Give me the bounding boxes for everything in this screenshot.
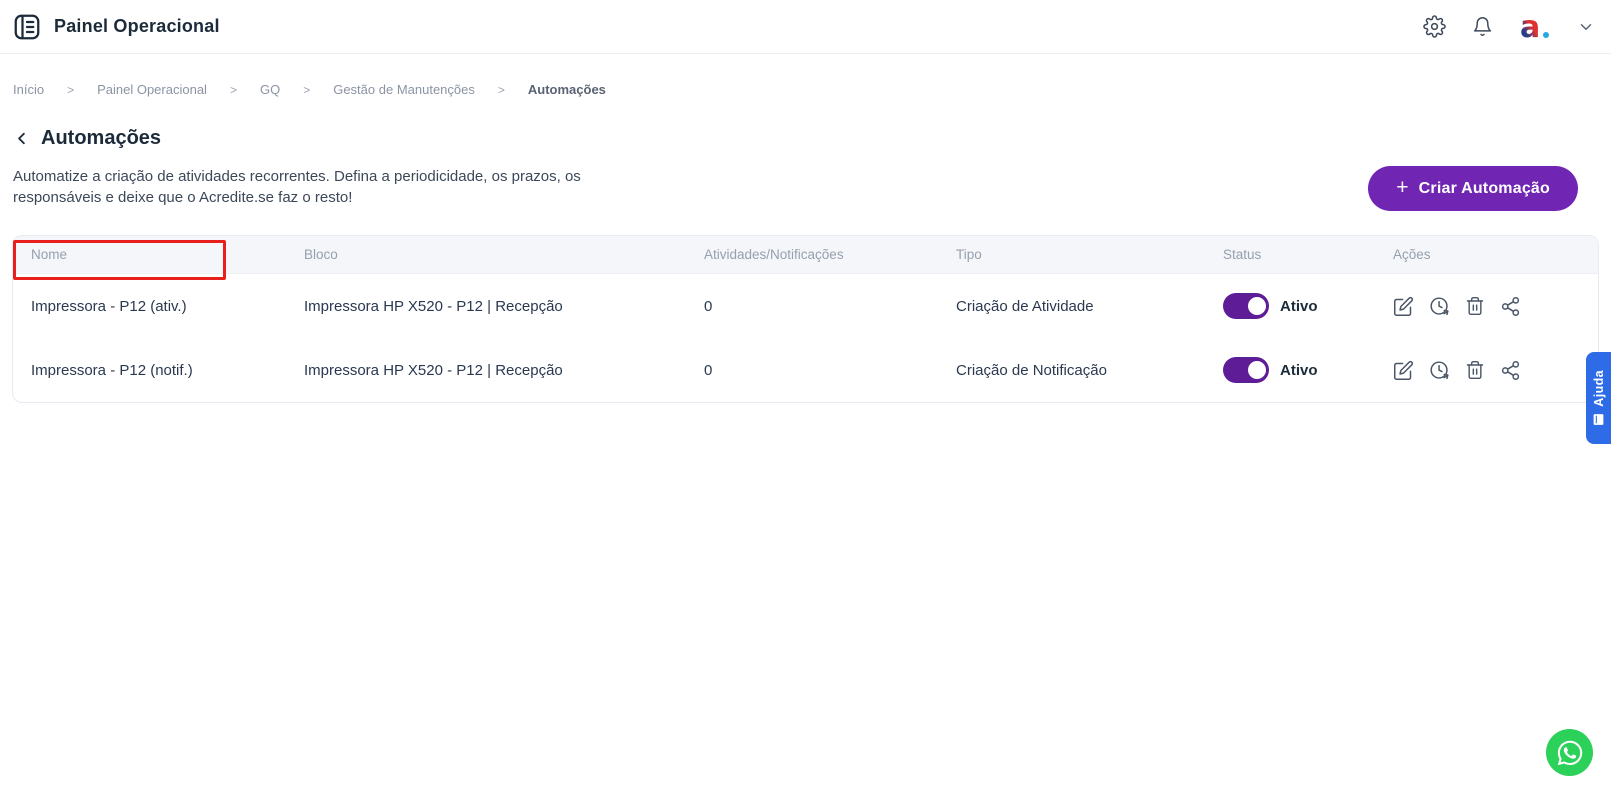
column-header-status: Status [1205,236,1375,273]
app-title: Painel Operacional [54,16,220,37]
breadcrumb: Início > Painel Operacional > GQ > Gestã… [13,82,1611,97]
account-chevron-down-icon[interactable] [1577,18,1595,36]
automation-count: 0 [686,274,938,338]
history-clock-icon[interactable] [1429,296,1450,317]
help-book-icon [1592,413,1605,426]
app-logo-panel-icon [12,12,42,42]
table-row: Impressora - P12 (notif.) Impressora HP … [13,338,1598,402]
page-title: Automações [41,127,161,150]
automation-name: Impressora - P12 (notif.) [13,338,286,402]
automation-name: Impressora - P12 (ativ.) [13,274,286,338]
column-header-nome: Nome [13,236,286,273]
automation-type: Criação de Atividade [938,274,1205,338]
account-avatar-logo[interactable]: a [1519,10,1551,44]
breadcrumb-separator: > [303,83,310,97]
settings-gear-icon[interactable] [1423,15,1446,38]
notifications-bell-icon[interactable] [1472,16,1493,37]
delete-trash-icon[interactable] [1465,360,1485,380]
status-toggle[interactable] [1223,293,1269,319]
breadcrumb-separator: > [230,83,237,97]
breadcrumb-automacoes: Automações [528,82,606,97]
breadcrumb-gestao-de-manutencoes[interactable]: Gestão de Manutenções [333,82,475,97]
column-header-bloco: Bloco [286,236,686,273]
share-icon[interactable] [1500,296,1521,317]
table-header-row: Nome Bloco Atividades/Notificações Tipo … [13,236,1598,274]
delete-trash-icon[interactable] [1465,296,1485,316]
edit-icon[interactable] [1393,360,1414,381]
breadcrumb-separator: > [67,83,74,97]
status-badge: Ativo [1280,298,1318,315]
column-header-acoes: Ações [1375,236,1598,273]
table-row: Impressora - P12 (ativ.) Impressora HP X… [13,274,1598,338]
history-clock-icon[interactable] [1429,360,1450,381]
automation-count: 0 [686,338,938,402]
whatsapp-icon [1556,739,1584,767]
breadcrumb-inicio[interactable]: Início [13,82,44,97]
back-icon[interactable] [12,129,31,148]
create-automation-label: Criar Automação [1419,180,1550,198]
create-automation-button[interactable]: + Criar Automação [1368,166,1578,211]
automation-block: Impressora HP X520 - P12 | Recepção [286,274,686,338]
column-header-atividades: Atividades/Notificações [686,236,938,273]
help-tab[interactable]: Ajuda [1586,352,1611,444]
status-toggle[interactable] [1223,357,1269,383]
column-header-tipo: Tipo [938,236,1205,273]
page-description: Automatize a criação de atividades recor… [13,166,625,209]
automations-table: Nome Bloco Atividades/Notificações Tipo … [12,235,1599,403]
breadcrumb-painel-operacional[interactable]: Painel Operacional [97,82,207,97]
svg-text:a: a [1520,10,1540,44]
share-icon[interactable] [1500,360,1521,381]
automation-block: Impressora HP X520 - P12 | Recepção [286,338,686,402]
breadcrumb-gq[interactable]: GQ [260,82,280,97]
status-badge: Ativo [1280,362,1318,379]
top-bar: Painel Operacional a [0,0,1611,54]
breadcrumb-separator: > [498,83,505,97]
plus-icon: + [1396,177,1408,198]
edit-icon[interactable] [1393,296,1414,317]
whatsapp-button[interactable] [1546,729,1593,776]
automation-type: Criação de Notificação [938,338,1205,402]
help-tab-label: Ajuda [1592,370,1606,407]
